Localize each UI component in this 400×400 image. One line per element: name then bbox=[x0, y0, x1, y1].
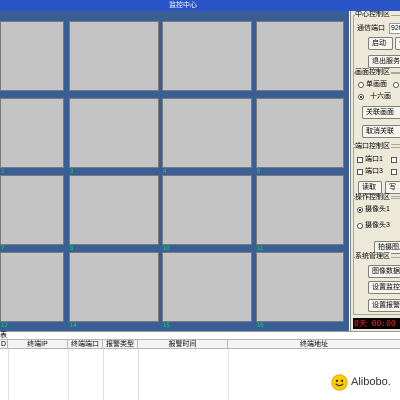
center-control-title: 中心控制区 bbox=[355, 11, 391, 19]
title-bar: 监控中心 bbox=[0, 0, 400, 11]
system-management-group: 系统管理区 图像数据管 设置监控中 设置报警 bbox=[353, 253, 400, 315]
port2-checkbox[interactable] bbox=[391, 157, 397, 163]
set-alarm-button[interactable]: 设置报警 bbox=[368, 299, 400, 312]
single-view-radio[interactable] bbox=[358, 82, 364, 88]
uptime-clock: 0天 00:00 bbox=[353, 318, 400, 329]
video-grid: 2 3 4 6 7 8 10 11 12 14 15 16 bbox=[0, 11, 349, 331]
center-control-group: 中心控制区 通信端口 920 启动 停 退出服务 bbox=[353, 11, 400, 73]
column-divider bbox=[138, 349, 139, 400]
cancel-link-button[interactable]: 取消关联 bbox=[362, 125, 400, 138]
view-control-group: 画面控制区 单画面 十六画 关联画面 取消关联 bbox=[353, 69, 400, 145]
camera3-label: 摄像头3 bbox=[365, 222, 390, 229]
column-header[interactable]: 终端地址 bbox=[228, 340, 400, 349]
image-data-button[interactable]: 图像数据管 bbox=[368, 265, 400, 278]
video-cell-number: 12 bbox=[1, 323, 8, 329]
video-cell[interactable]: 11 bbox=[256, 175, 344, 252]
sixteen-view-label: 十六画 bbox=[370, 93, 391, 100]
video-cell[interactable] bbox=[162, 21, 252, 91]
start-button[interactable]: 启动 bbox=[368, 37, 393, 50]
exit-service-button[interactable]: 退出服务 bbox=[368, 55, 400, 68]
video-cell[interactable]: 7 bbox=[0, 175, 64, 252]
write-button[interactable]: 写 bbox=[385, 181, 400, 194]
video-cell[interactable]: 4 bbox=[162, 98, 252, 175]
video-cell[interactable]: 10 bbox=[162, 175, 252, 252]
column-header[interactable]: 终端端口 bbox=[68, 340, 103, 349]
port3-checkbox[interactable] bbox=[357, 169, 363, 175]
column-header[interactable]: 报警类型 bbox=[103, 340, 138, 349]
video-cell[interactable]: 16 bbox=[256, 252, 344, 329]
stop-button[interactable]: 停 bbox=[395, 37, 400, 50]
set-monitor-center-button[interactable]: 设置监控中 bbox=[368, 281, 400, 294]
camera3-radio[interactable] bbox=[357, 223, 363, 229]
video-cell[interactable]: 6 bbox=[256, 98, 344, 175]
single-view-label: 单画面 bbox=[366, 81, 387, 88]
video-cell-number: 16 bbox=[257, 323, 264, 329]
port3-label: 端口3 bbox=[365, 168, 383, 175]
view-control-title: 画面控制区 bbox=[355, 69, 391, 77]
video-cell[interactable]: 3 bbox=[69, 98, 159, 175]
alarm-table-title: 表 bbox=[0, 332, 7, 339]
column-divider bbox=[68, 349, 69, 400]
video-cell[interactable]: 14 bbox=[69, 252, 159, 329]
video-cell[interactable]: 15 bbox=[162, 252, 252, 329]
column-header[interactable]: 报警时间 bbox=[138, 340, 228, 349]
port-control-title: 端口控制区 bbox=[355, 143, 391, 151]
port1-label: 端口1 bbox=[365, 156, 383, 163]
watermark-text: Alibobo. bbox=[351, 376, 391, 388]
video-cell[interactable] bbox=[0, 21, 64, 91]
column-divider bbox=[228, 349, 229, 400]
video-cell[interactable]: 12 bbox=[0, 252, 64, 329]
port4-checkbox[interactable] bbox=[391, 169, 397, 175]
video-cell-number: 15 bbox=[163, 323, 170, 329]
window-title: 监控中心 bbox=[169, 2, 197, 9]
column-header[interactable]: 终端IP bbox=[8, 340, 68, 349]
port-label: 通信端口 bbox=[357, 25, 385, 32]
port-control-group: 端口控制区 端口1 端口3 读取 写 bbox=[353, 143, 400, 197]
video-cell[interactable]: 8 bbox=[69, 175, 159, 252]
operation-control-title: 操作控制区 bbox=[355, 194, 391, 202]
alarm-table-header: D 终端IP 终端端口 报警类型 报警时间 终端地址 bbox=[0, 339, 400, 349]
read-button[interactable]: 读取 bbox=[358, 181, 382, 194]
port-input[interactable]: 920 bbox=[389, 23, 400, 34]
close-view-button[interactable]: 关联画面 bbox=[362, 106, 400, 119]
port1-checkbox[interactable] bbox=[357, 157, 363, 163]
column-header[interactable]: D bbox=[0, 340, 8, 349]
column-divider bbox=[8, 349, 9, 400]
camera1-label: 摄像头1 bbox=[365, 206, 390, 213]
control-panel: 中心控制区 通信端口 920 启动 停 退出服务 画面控制区 单画面 十六画 关… bbox=[350, 11, 400, 331]
sixteen-view-radio[interactable] bbox=[358, 94, 364, 100]
video-cell[interactable] bbox=[256, 21, 344, 91]
video-cell[interactable]: 2 bbox=[0, 98, 64, 175]
video-cell-number: 14 bbox=[70, 323, 77, 329]
system-management-title: 系统管理区 bbox=[355, 253, 391, 261]
quad-view-radio[interactable] bbox=[393, 82, 399, 88]
video-cell[interactable] bbox=[69, 21, 159, 91]
column-divider bbox=[103, 349, 104, 400]
smiley-icon bbox=[331, 374, 348, 391]
operation-control-group: 操作控制区 摄像头1 摄像头3 拍摄图片 bbox=[353, 194, 400, 258]
camera1-radio[interactable] bbox=[357, 207, 363, 213]
